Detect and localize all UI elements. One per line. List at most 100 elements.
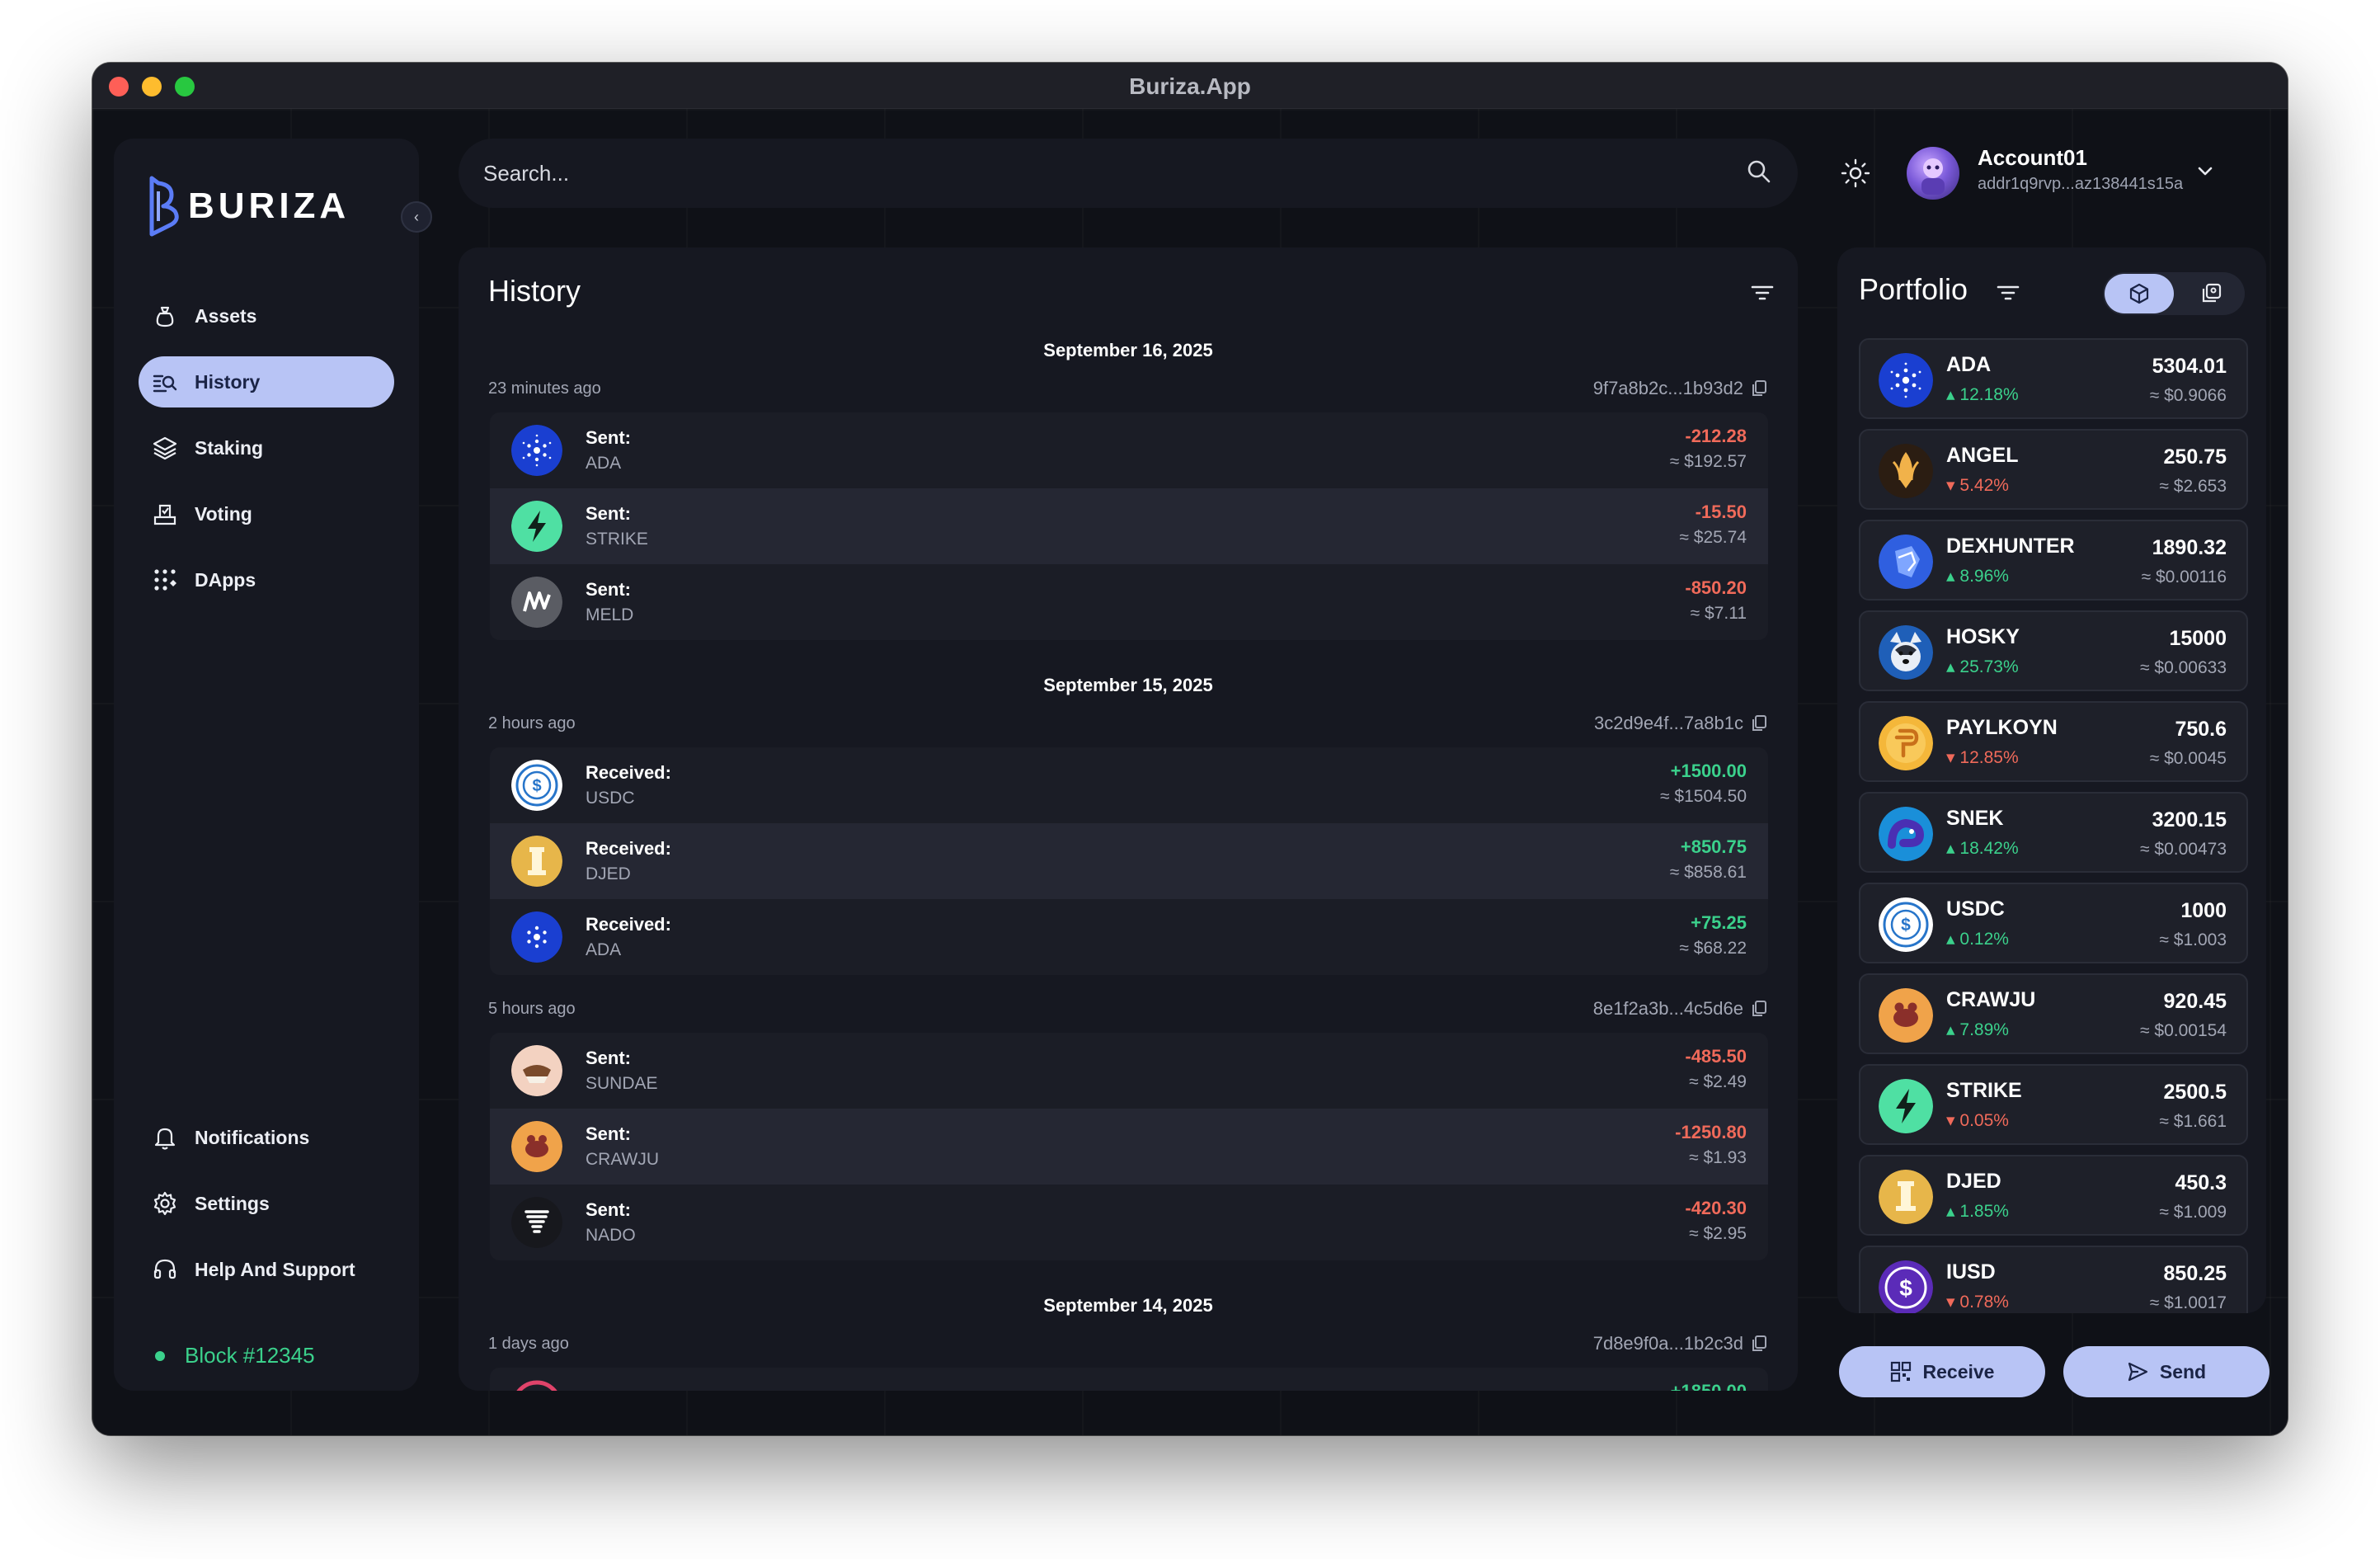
- asset-card[interactable]: ANGEL ▾ 5.42% 250.75 ≈ $2.653: [1859, 429, 2248, 510]
- iusd-token-icon: $: [1879, 1260, 1933, 1313]
- snek-token-icon: [1879, 807, 1933, 861]
- tx-fiat: ≈ $7.11: [1690, 604, 1747, 623]
- nav-assets[interactable]: Assets: [139, 290, 394, 341]
- asset-balance: 3200.15: [2152, 808, 2227, 831]
- filter-icon[interactable]: [1748, 279, 1776, 307]
- copy-icon[interactable]: [1750, 379, 1768, 398]
- tx-token: USDC: [586, 789, 635, 808]
- receive-button[interactable]: Receive: [1839, 1346, 2045, 1397]
- tx-kind: Received:: [586, 914, 671, 935]
- send-button[interactable]: Send: [2063, 1346, 2269, 1397]
- money-bag-icon: [150, 301, 180, 331]
- asset-name: ANGEL: [1946, 444, 2019, 467]
- avatar[interactable]: [1907, 147, 1959, 200]
- nav-voting[interactable]: Voting: [139, 488, 394, 539]
- nav-dapps[interactable]: DApps: [139, 554, 394, 605]
- asset-change: ▴ 12.18%: [1946, 384, 2019, 405]
- tx-amount: -1250.80: [1675, 1122, 1747, 1142]
- meld-token-icon: [511, 577, 562, 628]
- nav-staking[interactable]: Staking: [139, 422, 394, 473]
- tokens-view-button[interactable]: [2105, 274, 2174, 313]
- tx-amount: +75.25: [1691, 912, 1747, 933]
- asset-price: ≈ $0.00116: [2141, 568, 2227, 586]
- chevron-down-icon[interactable]: [2192, 158, 2218, 185]
- filter-icon[interactable]: [1994, 279, 2022, 307]
- gear-icon: [150, 1189, 180, 1218]
- triangle-up-icon: ▴: [1946, 567, 1955, 586]
- asset-card[interactable]: STRIKE ▾ 0.05% 2500.5 ≈ $1.661: [1859, 1064, 2248, 1145]
- search-input[interactable]: [483, 160, 1745, 186]
- tx-row[interactable]: Sent: SUNDAE -485.50 ≈ $2.49: [490, 1033, 1768, 1109]
- tx-row[interactable]: Sent: STRIKE -15.50 ≈ $25.74: [490, 488, 1768, 564]
- asset-price: ≈ $1.009: [2159, 1203, 2227, 1222]
- time-ago: 1 days ago: [488, 1335, 569, 1353]
- asset-card[interactable]: PAYLKOYN ▾ 12.85% 750.6 ≈ $0.0045: [1859, 701, 2248, 782]
- tx-group: $ Received: USDC +1500.00 ≈ $1504.50 Recei…: [490, 747, 1768, 975]
- change-value: 25.73%: [1959, 657, 2019, 676]
- sidebar: BURIZA ‹ Assets History Staking Voting D…: [114, 139, 432, 1391]
- search-icon[interactable]: [1745, 158, 1773, 190]
- nav-settings[interactable]: Settings: [139, 1178, 394, 1229]
- nav-history[interactable]: History: [139, 356, 394, 407]
- ballot-box-icon: [150, 499, 180, 529]
- time-ago: 23 minutes ago: [488, 379, 601, 398]
- asset-card[interactable]: SNEK ▴ 18.42% 3200.15 ≈ $0.00473: [1859, 792, 2248, 873]
- nav-label: Staking: [195, 436, 264, 459]
- tx-kind: Sent:: [586, 427, 631, 448]
- asset-price: ≈ $2.653: [2159, 477, 2227, 496]
- tx-row[interactable]: Sent: NADO -420.30 ≈ $2.95: [490, 1185, 1768, 1260]
- copy-icon[interactable]: [1750, 1335, 1768, 1353]
- account-name[interactable]: Account01: [1978, 145, 2087, 171]
- tx-hash[interactable]: 8e1f2a3b...4c5d6e: [1593, 998, 1743, 1020]
- copy-icon[interactable]: [1750, 714, 1768, 732]
- asset-price: ≈ $0.00633: [2140, 658, 2227, 677]
- asset-card[interactable]: DEXHUNTER ▴ 8.96% 1890.32 ≈ $0.00116: [1859, 520, 2248, 601]
- tx-token: STRIKE: [586, 530, 648, 549]
- portfolio-panel: Portfolio ADA ▴ 12.18% 5304.01 ≈ $0.9066: [1837, 247, 2266, 1313]
- logo-text: BURIZA: [188, 186, 350, 226]
- asset-price: ≈ $1.661: [2159, 1112, 2227, 1131]
- tx-amount: +1850.00: [1671, 1381, 1747, 1391]
- theme-toggle-button[interactable]: [1837, 155, 1874, 191]
- tx-row[interactable]: Received: DJED +850.75 ≈ $858.61: [490, 823, 1768, 899]
- tx-hash[interactable]: 3c2d9e4f...7a8b1c: [1594, 713, 1743, 734]
- asset-card[interactable]: DJED ▴ 1.85% 450.3 ≈ $1.009: [1859, 1155, 2248, 1236]
- nav-notifications[interactable]: Notifications: [139, 1112, 394, 1163]
- tx-row[interactable]: Received: +1850.00: [490, 1368, 1768, 1391]
- triangle-down-icon: ▾: [1946, 748, 1955, 767]
- tx-hash[interactable]: 9f7a8b2c...1b93d2: [1593, 378, 1743, 399]
- tx-row[interactable]: $ Received: USDC +1500.00 ≈ $1504.50: [490, 747, 1768, 823]
- asset-balance: 1000: [2180, 899, 2227, 922]
- nfts-view-button[interactable]: [2179, 274, 2243, 313]
- bell-icon: [150, 1123, 180, 1152]
- tx-kind: Sent:: [586, 503, 631, 524]
- asset-balance: 450.3: [2175, 1171, 2227, 1194]
- asset-name: CRAWJU: [1946, 988, 2036, 1011]
- asset-balance: 850.25: [2163, 1262, 2227, 1285]
- collapse-sidebar-button[interactable]: ‹: [401, 201, 432, 233]
- tx-row[interactable]: Sent: MELD -850.20 ≈ $7.11: [490, 564, 1768, 640]
- tx-row[interactable]: Received: ADA +75.25 ≈ $68.22: [490, 899, 1768, 975]
- buriza-logo[interactable]: BURIZA: [147, 175, 350, 238]
- tx-token: NADO: [586, 1226, 636, 1245]
- tx-fiat: ≈ $1.93: [1689, 1148, 1747, 1167]
- asset-card[interactable]: ADA ▴ 12.18% 5304.01 ≈ $0.9066: [1859, 338, 2248, 419]
- asset-card[interactable]: CRAWJU ▴ 7.89% 920.45 ≈ $0.00154: [1859, 973, 2248, 1054]
- change-value: 7.89%: [1959, 1020, 2009, 1039]
- tx-hash[interactable]: 7d8e9f0a...1b2c3d: [1593, 1333, 1743, 1354]
- nado-token-icon: [511, 1197, 562, 1248]
- djed-token-icon: [1879, 1170, 1933, 1224]
- asset-balance: 2500.5: [2163, 1081, 2227, 1104]
- tx-row[interactable]: Sent: CRAWJU -1250.80 ≈ $1.93: [490, 1109, 1768, 1185]
- asset-card[interactable]: $ IUSD ▾ 0.78% 850.25 ≈ $1.0017: [1859, 1246, 2248, 1313]
- djed-token-icon: [511, 836, 562, 887]
- dexhunter-token-icon: [1879, 535, 1933, 589]
- copy-icon[interactable]: [1750, 1000, 1768, 1018]
- tx-token: DJED: [586, 864, 631, 883]
- tx-row[interactable]: Sent: ADA -212.28 ≈ $192.57: [490, 412, 1768, 488]
- tx-group: Sent: SUNDAE -485.50 ≈ $2.49 Sent: CRAWJU -…: [490, 1033, 1768, 1260]
- strike-token-icon: [1879, 1079, 1933, 1133]
- asset-card[interactable]: HOSKY ▴ 25.73% 15000 ≈ $0.00633: [1859, 610, 2248, 691]
- asset-card[interactable]: $ USDC ▴ 0.12% 1000 ≈ $1.003: [1859, 883, 2248, 963]
- nav-help-and-support[interactable]: Help And Support: [139, 1244, 394, 1295]
